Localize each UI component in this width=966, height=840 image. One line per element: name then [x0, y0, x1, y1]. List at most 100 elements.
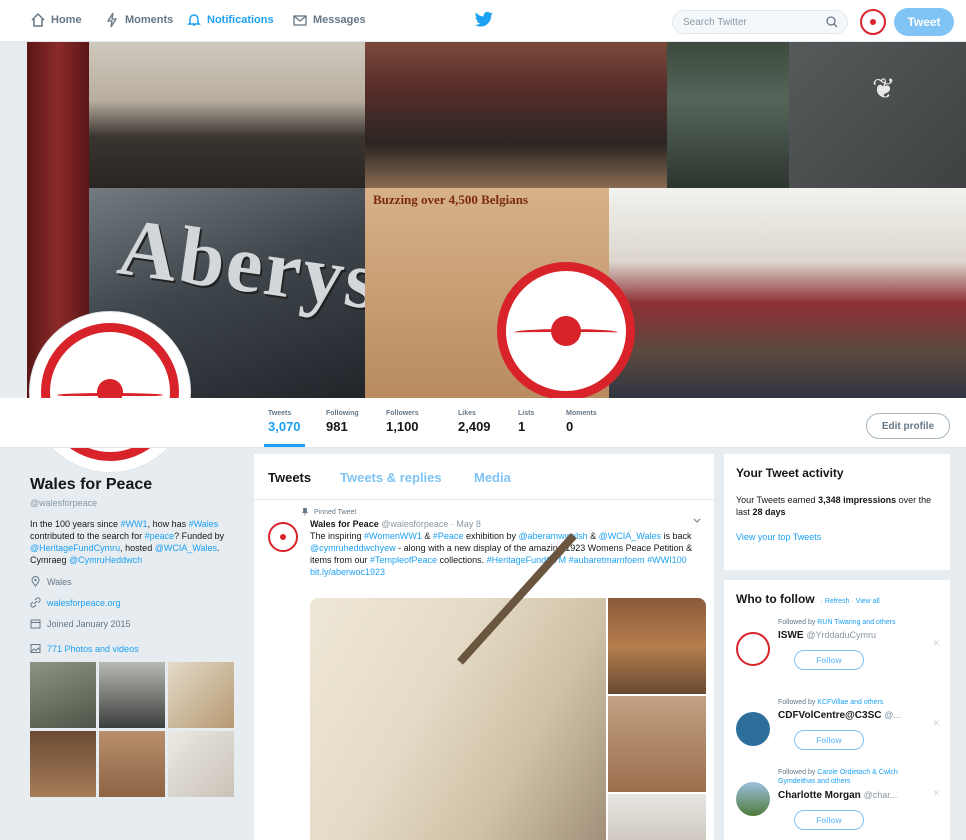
stat-value: 981 [326, 419, 348, 434]
suggestion-name-row[interactable]: CDFVolCentre@C3SC @... [778, 710, 901, 721]
tweet-button[interactable]: Tweet [894, 8, 954, 36]
chevron-down-icon[interactable] [692, 516, 702, 526]
suggestion-followed-by: Followed by Carole Ordietach & Cwlch Gym… [778, 768, 936, 786]
media-thumbnail[interactable] [168, 662, 234, 728]
tweet-hashtag[interactable]: #WomenWW1 [364, 531, 422, 541]
stat-label: Following [326, 410, 359, 417]
suggestion-name: ISWE [778, 630, 804, 641]
bio-mention-link[interactable]: @HeritageFundCymru [30, 543, 120, 553]
followed-by-text: Followed by [778, 699, 818, 706]
bio-text: , how has [147, 519, 189, 529]
tab-tweets[interactable]: Tweets [268, 470, 311, 485]
stat-value: 0 [566, 419, 574, 434]
dismiss-icon[interactable]: ✕ [932, 718, 940, 729]
suggestion-handle: @char... [863, 790, 898, 800]
suggestion-name-row[interactable]: Charlotte Morgan @char... [778, 790, 897, 801]
activity-text: Your Tweets earned [736, 495, 819, 505]
follow-suggestion: Followed by Carole Ordietach & Cwlch Gym… [736, 766, 942, 836]
website-link[interactable]: walesforpeace.org [47, 598, 121, 608]
stat-following[interactable]: Following 981 [326, 410, 359, 434]
top-tweets-link[interactable]: View your top Tweets [736, 532, 938, 542]
tweet-photo-plaque[interactable] [608, 696, 706, 792]
tweet-author-handle[interactable]: @walesforpeace · May 8 [381, 519, 481, 529]
stat-label: Lists [518, 410, 535, 417]
bio-hashtag-link[interactable]: #Wales [189, 519, 219, 529]
tweet-text-part: is back [660, 531, 692, 541]
stat-followers[interactable]: Followers 1,100 [386, 410, 419, 434]
follow-button[interactable]: Follow [794, 650, 864, 670]
search-input[interactable]: Search Twitter [672, 10, 848, 34]
bio-text: ? Funded by [174, 531, 225, 541]
photos-videos-link[interactable]: 771 Photos and videos [30, 643, 244, 654]
tweet-photo-display-case[interactable] [608, 598, 706, 694]
tweet-text-part: exhibition by [463, 531, 519, 541]
tweet-hashtag[interactable]: #Peace [433, 531, 464, 541]
stat-label: Tweets [268, 410, 292, 417]
stat-lists[interactable]: Lists 1 [518, 410, 534, 434]
follow-button[interactable]: Follow [794, 730, 864, 750]
profile-avatar[interactable] [30, 312, 190, 472]
suggestion-handle: @... [884, 710, 901, 720]
followed-by-text: Followed by [778, 769, 818, 776]
bio-hashtag-link[interactable]: #WW1 [121, 519, 148, 529]
photos-videos-label[interactable]: 771 Photos and videos [47, 644, 139, 654]
twitter-bird-icon[interactable] [474, 11, 494, 29]
bio-mention-link[interactable]: @CymruHeddwch [69, 555, 142, 565]
refresh-view-all-links[interactable]: · Refresh · View all [821, 598, 880, 605]
dismiss-icon[interactable]: ✕ [932, 638, 940, 649]
search-icon[interactable] [825, 15, 839, 29]
stat-moments[interactable]: Moments 0 [566, 410, 597, 434]
profile-handle: @walesforpeace [30, 498, 98, 508]
bio-text: , hosted [120, 543, 155, 553]
media-thumbnail[interactable] [99, 662, 165, 728]
bio-mention-link[interactable]: @WCIA_Wales [155, 543, 217, 553]
pinned-label: Pinned Tweet [314, 508, 357, 516]
joined-text: Joined January 2015 [47, 618, 131, 629]
account-avatar[interactable] [860, 9, 886, 35]
suggestion-avatar[interactable] [736, 782, 770, 816]
tweet-text-part: & [587, 531, 599, 541]
suggestion-name-row[interactable]: ISWE @YrddaduCymru [778, 630, 876, 641]
tweet-mention[interactable]: @WCIA_Wales [599, 531, 661, 541]
bio-text: contributed to the search for [30, 531, 145, 541]
pin-icon [302, 508, 308, 516]
media-thumbnail[interactable] [30, 731, 96, 797]
media-thumbnail[interactable] [99, 731, 165, 797]
location-text: Wales [47, 576, 72, 587]
tweet-author-name[interactable]: Wales for Peace [310, 519, 379, 529]
nav-messages[interactable]: Messages [292, 12, 366, 28]
nav-home[interactable]: Home [30, 12, 82, 28]
tweet-avatar[interactable] [268, 522, 298, 552]
nav-home-label: Home [51, 14, 82, 26]
tweet-photo-wall-frames[interactable] [608, 794, 706, 840]
tweet-mention[interactable]: @aberamwwelsh [518, 531, 587, 541]
edit-profile-button[interactable]: Edit profile [866, 413, 950, 439]
suggestion-avatar[interactable] [736, 712, 770, 746]
stat-label: Followers [386, 410, 419, 417]
tweet-header: Wales for Peace @walesforpeace · May 8 [310, 519, 702, 529]
stat-label: Moments [566, 410, 597, 417]
media-thumbnail[interactable] [168, 731, 234, 797]
nav-moments[interactable]: Moments [104, 12, 173, 28]
stat-value: 1 [518, 419, 526, 434]
activity-title: Your Tweet activity [736, 466, 844, 480]
media-thumbnail[interactable] [30, 662, 96, 728]
suggestion-avatar[interactable] [736, 632, 770, 666]
follow-button[interactable]: Follow [794, 810, 864, 830]
tab-media[interactable]: Media [474, 470, 511, 485]
nav-notifications[interactable]: Notifications [186, 12, 274, 28]
pinned-tweet[interactable]: Pinned Tweet Wales for Peace @walesforpe… [254, 500, 714, 578]
stat-tweets[interactable]: Tweets 3,070 [264, 410, 305, 447]
dismiss-icon[interactable]: ✕ [932, 788, 940, 799]
media-thumbnails [30, 662, 244, 797]
followed-by-link[interactable]: KCFVillae and others [817, 699, 883, 706]
tweet-photo-exhibition-stairs[interactable] [310, 598, 606, 840]
profile-website[interactable]: walesforpeace.org [30, 597, 244, 608]
tweet-hashtag[interactable]: #TempleofPeace [370, 555, 437, 565]
bio-hashtag-link[interactable]: #peace [145, 531, 175, 541]
followed-by-link[interactable]: RUN Tiwaring and others [817, 619, 895, 626]
tab-tweets-replies[interactable]: Tweets & replies [340, 470, 442, 485]
stat-likes[interactable]: Likes 2,409 [458, 410, 491, 434]
tweet-mention[interactable]: @cymruheddwchyew [310, 543, 396, 553]
who-to-follow-title: Who to follow [736, 592, 815, 606]
